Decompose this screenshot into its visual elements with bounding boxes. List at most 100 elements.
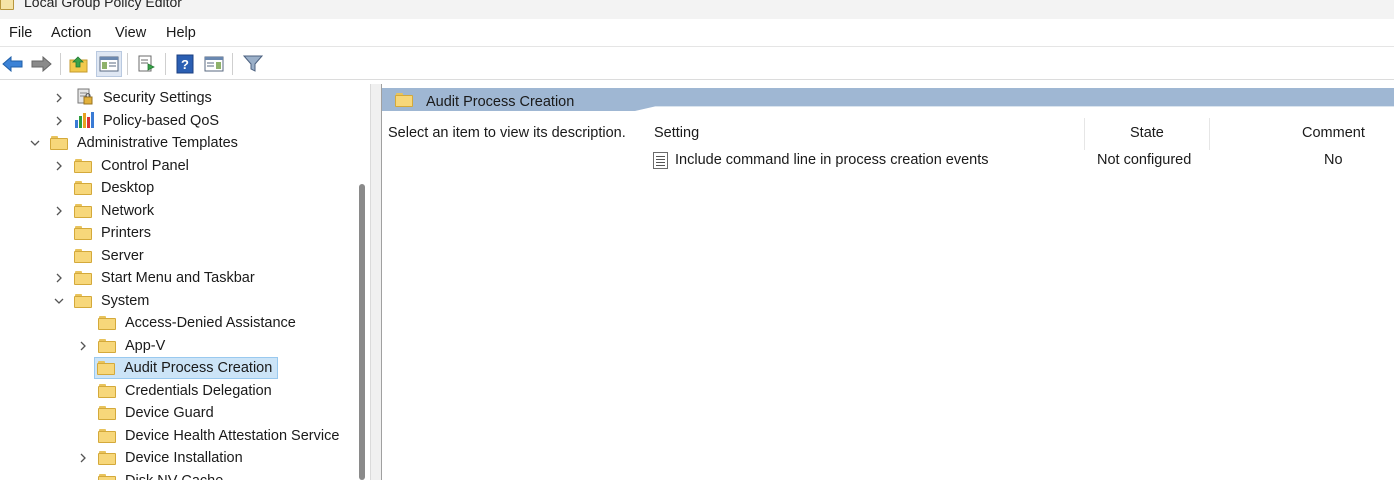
folder-icon [98,384,116,398]
tree-item-label: Start Menu and Taskbar [101,270,255,286]
folder-icon [74,181,92,195]
tree-item-label: Device Installation [125,450,243,466]
tree-item-access-denied-assistance[interactable]: Access-Denied Assistance [98,312,299,334]
tree-item-label: Audit Process Creation [124,360,273,376]
tree-item-label: Device Health Attestation Service [125,428,340,444]
menu-action[interactable]: Action [51,25,91,41]
scrollbar-thumb[interactable] [359,184,365,480]
toolbar-separator [60,53,61,75]
svg-text:?: ? [181,57,189,72]
toolbar: ? [0,47,1394,80]
folder-icon [98,316,116,330]
tree-item-security-settings[interactable]: Security Settings [52,87,215,109]
chevron-down-icon[interactable] [28,136,42,150]
chevron-right-icon[interactable] [76,451,90,465]
menu-bar: File Action View Help [0,19,1394,47]
export-list-icon[interactable] [134,51,160,77]
gpedit-app-icon [0,0,14,10]
tree-item-label: Credentials Delegation [125,383,272,399]
help-icon[interactable]: ? [172,51,198,77]
tree-item-label: Server [101,248,144,264]
folder-icon [98,339,116,353]
tree-item-system[interactable]: System [52,290,152,312]
tree-item-label: Desktop [101,180,155,196]
folder-icon [74,159,92,173]
column-header-comment[interactable]: Comment [1302,125,1365,141]
tree-item-administrative-templates[interactable]: Administrative Templates [28,132,241,154]
tree-item-label: Network [101,203,155,219]
column-divider[interactable] [1084,118,1085,150]
chevron-right-icon[interactable] [52,114,66,128]
tree-item-label: Administrative Templates [77,135,238,151]
toolbar-separator [165,53,166,75]
folder-icon [97,361,115,375]
tree-item-disk-nv-cache[interactable]: Disk NV Cache [98,470,226,480]
tree-item-label: Security Settings [103,90,212,106]
tree-item-credentials-delegation[interactable]: Credentials Delegation [98,380,275,402]
menu-file[interactable]: File [9,25,32,41]
menu-help[interactable]: Help [166,25,196,41]
folder-icon [74,294,92,308]
menu-view[interactable]: View [115,25,146,41]
folder-icon [50,136,68,150]
column-divider[interactable] [1209,118,1210,150]
back-arrow-icon[interactable] [0,51,26,77]
tree-item-label: Printers [101,225,151,241]
folder-icon [74,271,92,285]
tree-item-device-guard[interactable]: Device Guard [98,402,217,424]
tree-item-label: App-V [125,338,166,354]
tree-item-label: Device Guard [125,405,214,421]
tree-item-policy-qos[interactable]: Policy-based QoS [52,110,222,132]
tree-item-app-v[interactable]: App-V [76,335,168,357]
details-pane: Audit Process Creation Select an item to… [382,84,1394,480]
folder-icon [74,226,92,240]
toolbar-separator [232,53,233,75]
details-title: Audit Process Creation [426,94,575,110]
chevron-down-icon[interactable] [52,294,66,308]
title-bar: Local Group Policy Editor [0,0,1394,19]
toolbar-separator [127,53,128,75]
filter-icon[interactable] [240,51,266,77]
details-header: Audit Process Creation [382,84,1394,120]
setting-name: Include command line in process creation… [675,152,989,168]
pane-splitter[interactable] [370,84,382,480]
action-pane-icon[interactable] [201,51,227,77]
setting-comment: No [1324,152,1343,168]
console-tree[interactable]: Security Settings Policy-based QoS Admin… [0,84,368,480]
policy-setting-icon [653,152,668,169]
chevron-right-icon[interactable] [52,91,66,105]
show-hide-tree-icon[interactable] [96,51,122,77]
tree-item-device-health-attestation[interactable]: Device Health Attestation Service [98,425,342,447]
tree-scrollbar[interactable] [356,84,368,480]
description-prompt: Select an item to view its description. [388,125,626,141]
folder-icon [395,93,413,107]
window-title: Local Group Policy Editor [24,0,182,10]
tree-item-start-menu-taskbar[interactable]: Start Menu and Taskbar [52,267,258,289]
folder-icon [98,406,116,420]
tree-item-label: Control Panel [101,158,189,174]
chevron-right-icon[interactable] [76,339,90,353]
column-header-setting[interactable]: Setting [654,125,699,141]
folder-icon [98,451,116,465]
chevron-right-icon[interactable] [52,204,66,218]
folder-icon [98,429,116,443]
table-row[interactable]: Include command line in process creation… [650,150,1394,174]
up-folder-icon[interactable] [66,51,92,77]
setting-state: Not configured [1097,152,1192,168]
chevron-right-icon[interactable] [52,271,66,285]
column-header-state[interactable]: State [1130,125,1164,141]
tree-item-audit-process-creation[interactable]: Audit Process Creation [94,357,279,379]
folder-icon [74,249,92,263]
tree-item-device-installation[interactable]: Device Installation [76,447,246,469]
tree-item-label: Policy-based QoS [103,113,220,129]
tree-item-network[interactable]: Network [52,200,157,222]
folder-icon [98,474,116,480]
tree-item-control-panel[interactable]: Control Panel [52,155,192,177]
tree-item-server[interactable]: Server [74,245,147,267]
forward-arrow-icon[interactable] [28,51,54,77]
tree-item-label: Access-Denied Assistance [125,315,296,331]
tree-item-desktop[interactable]: Desktop [74,177,157,199]
folder-icon [74,204,92,218]
tree-item-printers[interactable]: Printers [74,222,154,244]
chevron-right-icon[interactable] [52,159,66,173]
